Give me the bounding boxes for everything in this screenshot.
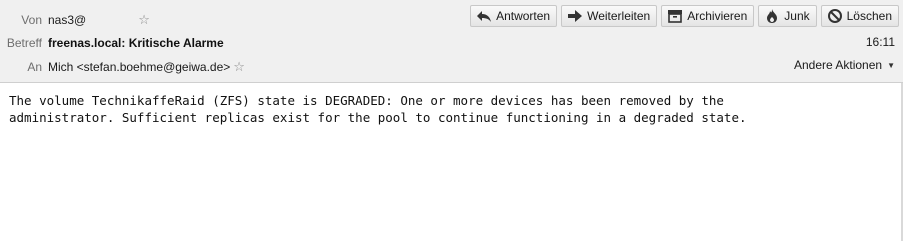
redacted-area xyxy=(86,13,133,27)
chevron-down-icon: ▼ xyxy=(887,60,895,70)
more-actions-label: Andere Aktionen xyxy=(794,58,883,72)
star-icon[interactable]: ☆ xyxy=(233,59,245,75)
reply-icon xyxy=(476,8,492,24)
from-row: Von nas3@ ☆ xyxy=(0,10,150,30)
message-time: 16:11 xyxy=(865,35,895,49)
message-body: The volume TechnikaffeRaid (ZFS) state i… xyxy=(9,93,747,125)
delete-icon xyxy=(827,8,843,24)
flame-icon xyxy=(764,8,780,24)
from-address[interactable]: nas3@ xyxy=(48,13,86,27)
archive-button[interactable]: Archivieren xyxy=(661,5,755,27)
star-icon[interactable]: ☆ xyxy=(138,12,150,28)
delete-button[interactable]: Löschen xyxy=(820,5,899,27)
from-label: Von xyxy=(21,13,42,27)
message-toolbar: Antworten Weiterleiten Archivieren Junk … xyxy=(470,5,899,27)
junk-label: Junk xyxy=(784,9,810,23)
forward-label: Weiterleiten xyxy=(587,9,651,23)
forward-icon xyxy=(567,8,583,24)
forward-button[interactable]: Weiterleiten xyxy=(561,5,658,27)
subject-text: freenas.local: Kritische Alarme xyxy=(48,36,224,50)
delete-label: Löschen xyxy=(846,9,892,23)
subject-row: Betreff freenas.local: Kritische Alarme xyxy=(0,33,224,53)
to-label: An xyxy=(27,60,42,74)
message-header: Von nas3@ ☆ Betreff freenas.local: Kriti… xyxy=(0,0,903,83)
subject-label: Betreff xyxy=(6,36,42,50)
to-row: An Mich <stefan.boehme@geiwa.de> ☆ xyxy=(0,57,245,77)
archive-label: Archivieren xyxy=(687,9,748,23)
reply-button[interactable]: Antworten xyxy=(470,5,558,27)
archive-icon xyxy=(667,8,683,24)
junk-button[interactable]: Junk xyxy=(758,5,817,27)
more-actions-button[interactable]: Andere Aktionen ▼ xyxy=(794,58,895,72)
reply-label: Antworten xyxy=(496,9,551,23)
to-address[interactable]: Mich <stefan.boehme@geiwa.de> xyxy=(48,60,230,74)
